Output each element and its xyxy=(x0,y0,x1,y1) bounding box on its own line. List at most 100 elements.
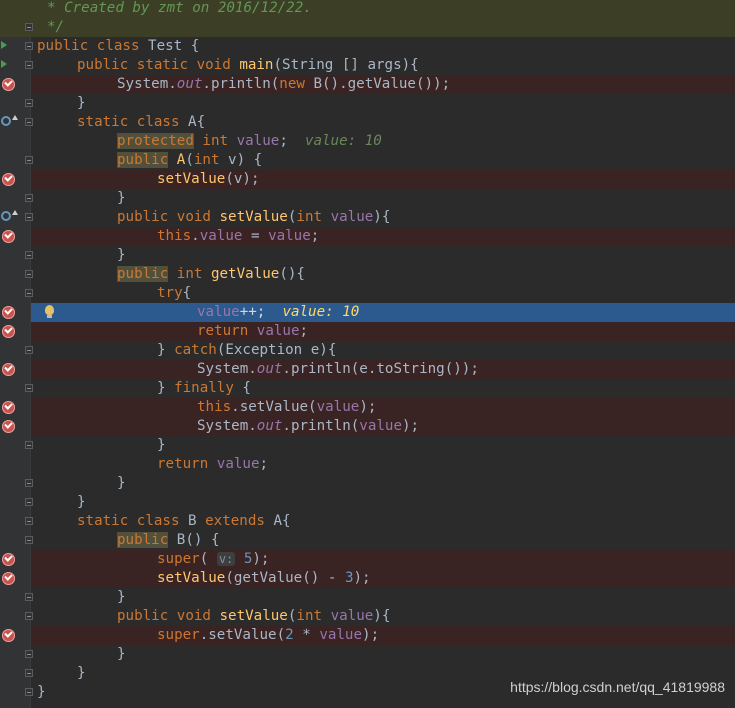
intention-bulb-icon[interactable] xyxy=(45,305,54,318)
code-line[interactable]: setValue(v); xyxy=(0,170,735,189)
code-text[interactable]: System.out.println(e.toString()); xyxy=(197,360,479,379)
fold-toggle-icon[interactable] xyxy=(25,99,33,107)
code-text[interactable]: } xyxy=(117,588,126,607)
code-line[interactable]: } finally { xyxy=(0,379,735,398)
code-text[interactable]: this.value = value; xyxy=(157,227,319,246)
code-line[interactable]: this.setValue(value); xyxy=(0,398,735,417)
code-line[interactable]: public int getValue(){ xyxy=(0,265,735,284)
fold-toggle-icon[interactable] xyxy=(25,517,33,525)
code-line[interactable]: } catch(Exception e){ xyxy=(0,341,735,360)
code-line[interactable]: } xyxy=(0,493,735,512)
code-text[interactable]: } xyxy=(117,474,126,493)
code-text[interactable]: protected int value; value: 10 xyxy=(117,132,382,151)
breakpoint-icon[interactable] xyxy=(2,363,15,376)
code-line[interactable]: super.setValue(2 * value); xyxy=(0,626,735,645)
override-icon[interactable] xyxy=(1,115,18,126)
code-line[interactable]: public void setValue(int value){ xyxy=(0,607,735,626)
code-line[interactable]: System.out.println(e.toString()); xyxy=(0,360,735,379)
code-line[interactable]: try{ xyxy=(0,284,735,303)
run-icon[interactable] xyxy=(1,41,7,49)
code-line[interactable]: protected int value; value: 10 xyxy=(0,132,735,151)
code-text[interactable]: setValue(v); xyxy=(157,170,260,189)
code-line[interactable]: static class A{ xyxy=(0,113,735,132)
code-text[interactable]: super( v: 5); xyxy=(157,550,269,569)
fold-toggle-icon[interactable] xyxy=(25,61,33,69)
override-icon[interactable] xyxy=(1,210,18,221)
code-line[interactable]: return value; xyxy=(0,455,735,474)
fold-toggle-icon[interactable] xyxy=(25,441,33,449)
breakpoint-icon[interactable] xyxy=(2,230,15,243)
code-line[interactable]: value++; value: 10 xyxy=(0,303,735,322)
code-line[interactable]: public void setValue(int value){ xyxy=(0,208,735,227)
breakpoint-icon[interactable] xyxy=(2,553,15,566)
fold-toggle-icon[interactable] xyxy=(25,384,33,392)
fold-toggle-icon[interactable] xyxy=(25,669,33,677)
code-text[interactable]: return value; xyxy=(197,322,308,341)
breakpoint-icon[interactable] xyxy=(2,306,15,319)
code-line[interactable]: System.out.println(new B().getValue()); xyxy=(0,75,735,94)
breakpoint-icon[interactable] xyxy=(2,401,15,414)
code-text[interactable]: public void setValue(int value){ xyxy=(117,607,390,626)
code-text[interactable]: public A(int v) { xyxy=(117,151,262,170)
breakpoint-icon[interactable] xyxy=(2,325,15,338)
fold-toggle-icon[interactable] xyxy=(25,156,33,164)
code-text[interactable]: try{ xyxy=(157,284,191,303)
code-line[interactable]: } xyxy=(0,189,735,208)
comment-text[interactable]: */ xyxy=(47,18,64,37)
fold-toggle-icon[interactable] xyxy=(25,270,33,278)
code-text[interactable]: } xyxy=(77,493,86,512)
code-text[interactable]: super.setValue(2 * value); xyxy=(157,626,379,645)
fold-toggle-icon[interactable] xyxy=(25,612,33,620)
fold-toggle-icon[interactable] xyxy=(25,251,33,259)
breakpoint-icon[interactable] xyxy=(2,420,15,433)
code-text[interactable]: } xyxy=(117,246,126,265)
code-line[interactable]: } xyxy=(0,645,735,664)
fold-toggle-icon[interactable] xyxy=(25,289,33,297)
code-line[interactable]: public class Test { xyxy=(0,37,735,56)
fold-toggle-icon[interactable] xyxy=(25,688,33,696)
code-line[interactable]: public B() { xyxy=(0,531,735,550)
code-line[interactable]: setValue(getValue() - 3); xyxy=(0,569,735,588)
code-editor[interactable]: * Created by zmt on 2016/12/22. */public … xyxy=(0,0,735,708)
code-text[interactable]: } xyxy=(117,189,126,208)
run-icon[interactable] xyxy=(1,60,7,68)
code-line[interactable]: public A(int v) { xyxy=(0,151,735,170)
fold-toggle-icon[interactable] xyxy=(25,118,33,126)
code-text[interactable]: static class A{ xyxy=(77,113,205,132)
fold-toggle-icon[interactable] xyxy=(25,23,33,31)
code-line[interactable]: * Created by zmt on 2016/12/22. xyxy=(0,0,735,18)
code-text[interactable]: } xyxy=(77,664,86,683)
code-text[interactable]: } xyxy=(157,436,166,455)
code-text[interactable]: public B() { xyxy=(117,531,220,550)
code-line[interactable]: return value; xyxy=(0,322,735,341)
fold-toggle-icon[interactable] xyxy=(25,593,33,601)
breakpoint-icon[interactable] xyxy=(2,173,15,186)
code-text[interactable]: public class Test { xyxy=(37,37,199,56)
code-text[interactable]: } xyxy=(117,645,126,664)
code-text[interactable]: } finally { xyxy=(157,379,251,398)
fold-toggle-icon[interactable] xyxy=(25,194,33,202)
code-text[interactable]: } xyxy=(37,683,46,702)
fold-toggle-icon[interactable] xyxy=(25,42,33,50)
fold-toggle-icon[interactable] xyxy=(25,346,33,354)
code-line[interactable]: System.out.println(value); xyxy=(0,417,735,436)
code-line[interactable]: super( v: 5); xyxy=(0,550,735,569)
code-line[interactable]: */ xyxy=(0,18,735,37)
breakpoint-icon[interactable] xyxy=(2,629,15,642)
fold-toggle-icon[interactable] xyxy=(25,536,33,544)
fold-toggle-icon[interactable] xyxy=(25,498,33,506)
code-text[interactable]: public void setValue(int value){ xyxy=(117,208,390,227)
code-text[interactable]: } catch(Exception e){ xyxy=(157,341,336,360)
code-text[interactable]: public static void main(String [] args){ xyxy=(77,56,419,75)
code-text[interactable]: System.out.println(new B().getValue()); xyxy=(117,75,450,94)
comment-text[interactable]: * Created by zmt on 2016/12/22. xyxy=(47,0,312,18)
code-line[interactable]: static class B extends A{ xyxy=(0,512,735,531)
code-text[interactable]: static class B extends A{ xyxy=(77,512,291,531)
code-line[interactable]: this.value = value; xyxy=(0,227,735,246)
code-line[interactable]: } xyxy=(0,588,735,607)
code-line[interactable]: } xyxy=(0,246,735,265)
code-line[interactable]: } xyxy=(0,436,735,455)
code-text[interactable]: return value; xyxy=(157,455,268,474)
code-text[interactable]: value++; value: 10 xyxy=(197,303,359,322)
breakpoint-icon[interactable] xyxy=(2,78,15,91)
